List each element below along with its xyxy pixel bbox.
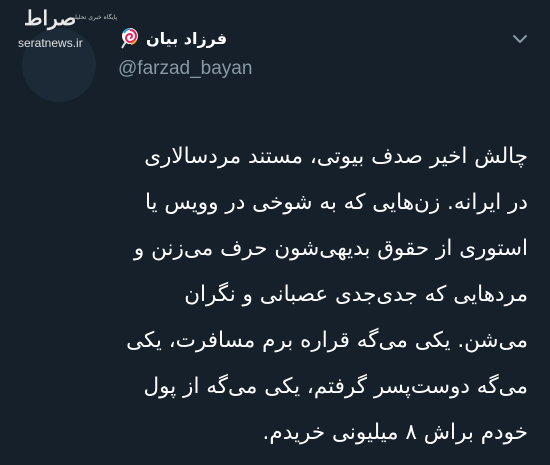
watermark-site: seratnews.ir <box>18 36 83 50</box>
tweet-line: مردهایی که جدی‌جدی عصبانی و نگران <box>184 282 528 307</box>
tweet-line: استوری از حقوق بدیهی‌شون حرف می‌زنن و <box>133 236 528 261</box>
watermark-tagline: پایگاه خبری تحلیلی <box>70 14 118 21</box>
tweet-line: خودم براش ۸ میلیونی خریدم. <box>262 420 528 445</box>
user-handle[interactable]: @farzad_bayan <box>118 58 510 80</box>
tweet-line: می‌گه دوست‌پسر گرفتم، یکی می‌گه از پول <box>143 374 528 399</box>
display-name[interactable]: فرزاد بیان <box>146 29 227 48</box>
tweet-header: فرزاد بیان @farzad_bayan <box>118 26 510 80</box>
name-row: فرزاد بیان <box>118 26 510 50</box>
watermark-logo: صراط <box>24 6 77 30</box>
tweet-line: در ایرانه. زن‌هایی که به شوخی در وویس یا <box>145 190 528 215</box>
chevron-down-icon[interactable] <box>512 34 528 44</box>
watermark: صراط پایگاه خبری تحلیلی seratnews.ir <box>10 4 120 52</box>
tweet-line: می‌شن. یکی می‌گه قراره برم مسافرت، یکی <box>126 328 528 353</box>
tweet-card: صراط پایگاه خبری تحلیلی seratnews.ir فرز… <box>0 0 550 465</box>
lollipop-icon <box>121 28 138 49</box>
tweet-text: چالش اخیر صدف بیوتی، مستند مردسالاری در … <box>14 134 528 456</box>
tweet-line: چالش اخیر صدف بیوتی، مستند مردسالاری <box>144 144 528 169</box>
